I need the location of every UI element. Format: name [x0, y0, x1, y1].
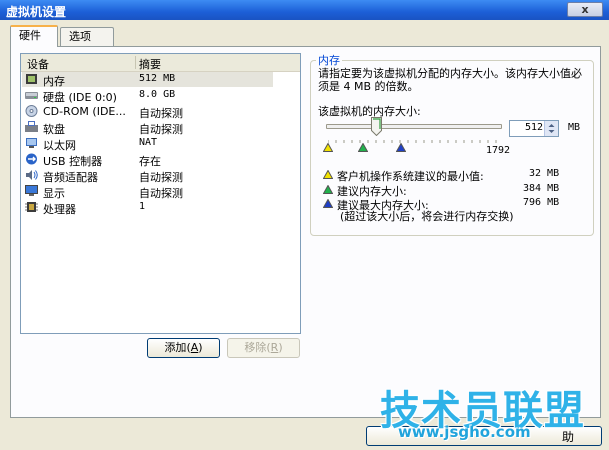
- tab-hardware[interactable]: 硬件: [10, 25, 58, 47]
- device-row-floppy[interactable]: 软盘 自动探测: [22, 120, 273, 136]
- recommended-legend-icon: [323, 185, 333, 194]
- floppy-icon: [25, 121, 38, 132]
- device-row-memory[interactable]: 内存 512 MB: [22, 72, 273, 88]
- memory-slider-ticks: [328, 140, 497, 143]
- memory-slider-track[interactable]: [326, 124, 502, 129]
- device-list-header: 设备 摘要: [21, 54, 300, 72]
- memory-unit: MB: [568, 122, 581, 133]
- device-name: USB 控制器: [43, 155, 103, 168]
- device-row-usb[interactable]: USB 控制器 存在: [22, 152, 273, 168]
- display-icon: [25, 185, 38, 196]
- device-summary: 自动探测: [139, 187, 183, 200]
- memory-icon: [26, 74, 37, 84]
- legend-min-value: 32 MB: [529, 168, 560, 179]
- close-button[interactable]: x: [567, 2, 603, 17]
- swap-note: (超过该大小后，将会进行内存交换): [340, 210, 514, 223]
- min-legend-icon: [323, 170, 333, 179]
- header-device[interactable]: 设备: [27, 56, 49, 72]
- hard-disk-icon: [25, 92, 38, 99]
- network-icon: [26, 138, 37, 148]
- device-name: 软盘: [43, 123, 65, 136]
- watermark-url: www.jsgho.com: [398, 423, 531, 441]
- device-name: 处理器: [43, 203, 76, 216]
- memory-slider-thumb[interactable]: [371, 117, 382, 136]
- legend-min-label: 客户机操作系统建议的最小值:: [337, 170, 484, 183]
- device-name: 硬盘 (IDE 0:0): [43, 91, 117, 104]
- device-summary: 8.0 GB: [139, 89, 176, 100]
- device-row-sound[interactable]: 音频适配器 自动探测: [22, 168, 273, 184]
- device-summary: 自动探测: [139, 171, 183, 184]
- remove-button[interactable]: 移除(R): [227, 338, 300, 358]
- device-row-display[interactable]: 显示 自动探测: [22, 184, 273, 200]
- title-bar: 虚拟机设置 x: [0, 0, 609, 20]
- add-button[interactable]: 添加(A): [147, 338, 220, 358]
- device-row-ethernet[interactable]: 以太网 NAT: [22, 136, 273, 152]
- add-button-key: A: [190, 341, 199, 354]
- device-summary: 存在: [139, 155, 161, 168]
- device-summary: NAT: [139, 137, 158, 148]
- sound-icon: [26, 170, 38, 180]
- device-name: 显示: [43, 187, 65, 200]
- header-summary[interactable]: 摘要: [139, 56, 161, 72]
- legend-recommended-value: 384 MB: [523, 183, 560, 194]
- remove-button-key: R: [270, 341, 279, 354]
- memory-group-title: 内存: [316, 52, 342, 68]
- device-list[interactable]: 设备 摘要 内存 512 MB 硬盘 (IDE 0:0) 8.0 GB CD-R…: [20, 53, 301, 334]
- max-recommended-legend-icon: [323, 199, 333, 208]
- memory-size-value: 512: [524, 122, 543, 133]
- memory-description: 请指定要为该虚拟机分配的内存大小。该内存大小值必须是 4 MB 的倍数。: [318, 67, 582, 93]
- memory-spinner[interactable]: [544, 121, 558, 136]
- add-button-label: 添加: [164, 341, 187, 354]
- tab-options[interactable]: 选项: [60, 27, 114, 46]
- memory-size-label: 该虚拟机的内存大小:: [318, 105, 421, 118]
- device-summary: 1: [139, 201, 146, 212]
- device-summary: 自动探测: [139, 123, 183, 136]
- cpu-icon: [25, 202, 38, 212]
- device-summary: 自动探测: [139, 107, 183, 120]
- device-row-hard-disk[interactable]: 硬盘 (IDE 0:0) 8.0 GB: [22, 88, 273, 104]
- slider-max-label: 1792: [486, 145, 511, 156]
- device-name: 以太网: [43, 139, 76, 152]
- window-title: 虚拟机设置: [6, 5, 67, 19]
- min-marker-icon: [323, 143, 333, 152]
- cdrom-icon: [25, 105, 38, 117]
- usb-icon: [26, 153, 37, 165]
- remove-button-label: 移除: [244, 341, 267, 354]
- max-recommended-marker-icon: [396, 143, 406, 152]
- recommended-marker-icon: [358, 143, 368, 152]
- spinner-arrows-icon: [548, 124, 555, 133]
- memory-size-input[interactable]: 512: [509, 120, 559, 137]
- device-row-processor[interactable]: 处理器 1: [22, 200, 273, 216]
- device-name: CD-ROM (IDE...: [43, 105, 126, 118]
- device-row-cdrom[interactable]: CD-ROM (IDE... 自动探测: [22, 104, 273, 120]
- legend-max-recommended-value: 796 MB: [523, 197, 560, 208]
- header-separator[interactable]: [135, 56, 136, 69]
- device-name: 音频适配器: [43, 171, 98, 184]
- device-summary: 512 MB: [139, 73, 176, 84]
- device-name: 内存: [43, 75, 65, 88]
